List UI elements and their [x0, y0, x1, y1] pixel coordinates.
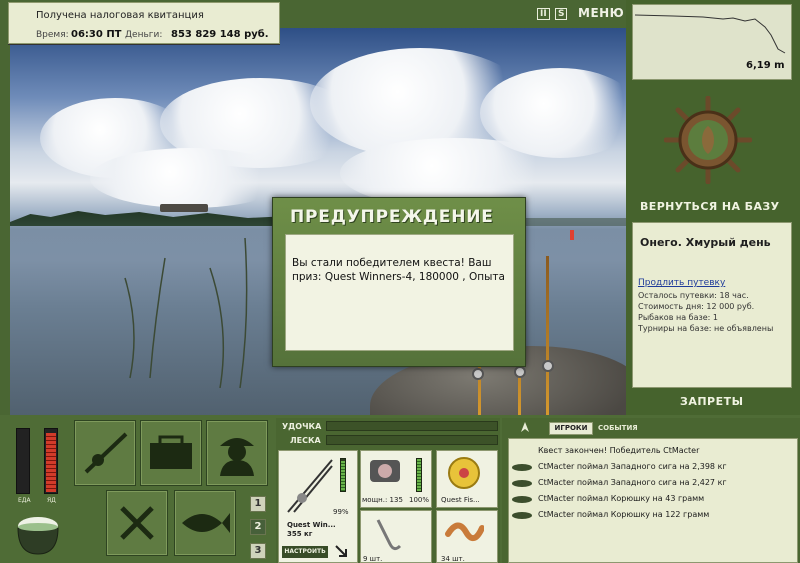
dialog-text: Вы стали победителем квеста! Ваш приз: Q… — [292, 257, 505, 283]
fish-slot[interactable] — [174, 490, 236, 556]
line-name: Quest Fis... — [441, 496, 480, 504]
game-window: Получена налоговая квитанция Время: 06:3… — [0, 0, 800, 563]
line-tension-bar — [326, 435, 498, 445]
info-line: Турниры на базе: не объявлены — [638, 324, 774, 333]
fish-icon — [512, 512, 532, 519]
setup-button[interactable]: НАСТРОИТЬ — [282, 546, 328, 558]
hook-icon — [376, 519, 402, 551]
line-spool-icon — [448, 457, 480, 489]
reeds — [124, 237, 248, 388]
reel-condition-bar — [416, 458, 422, 492]
info-line: Рыбаков на базе: 1 — [638, 313, 718, 322]
event-item: CtMacter поймал Западного сига на 2,398 … — [538, 462, 727, 471]
tab-events[interactable]: СОБЫТИЯ — [598, 424, 638, 432]
poison-label: ЯД — [47, 497, 56, 504]
food-meter — [16, 428, 30, 494]
reel-percent: 100% — [409, 496, 430, 504]
event-item: Квест закончен! Победитель CtMacter — [538, 446, 700, 455]
fisherman-slot[interactable] — [206, 420, 268, 486]
tackle-box-slot[interactable] — [140, 420, 202, 486]
slot-button-2[interactable]: 2 — [250, 519, 266, 535]
fish-icon — [182, 513, 230, 533]
rod-slot[interactable] — [74, 420, 136, 486]
event-item: CtMacter поймал Западного сига на 2,427 … — [538, 478, 727, 487]
fork-knife-icon — [120, 506, 154, 540]
fish-icon — [512, 496, 532, 503]
rod-icon — [287, 459, 333, 513]
fish-icon — [512, 480, 532, 487]
food-label: ЕДА — [18, 497, 31, 504]
arrow-down-right-icon[interactable] — [334, 544, 348, 558]
tab-players[interactable]: ИГРОКИ — [549, 422, 593, 435]
fisherman-icon — [220, 438, 254, 476]
dialog-body — [285, 234, 514, 351]
time-label: Время: — [36, 30, 69, 40]
menu-button[interactable]: МЕНЮ — [578, 6, 624, 20]
hooks-count: 9 шт. — [363, 555, 383, 563]
event-item: CtMacter поймал Корюшку на 122 грамм — [538, 510, 710, 519]
reel-power: мощн.: 135 — [362, 496, 403, 504]
rod-percent: 99% — [333, 508, 349, 516]
poison-meter — [44, 428, 58, 494]
food-slot[interactable] — [106, 490, 168, 556]
bait-count: 34 шт. — [441, 555, 465, 563]
ship-wheel-icon[interactable] — [664, 96, 752, 184]
event-item: CtMacter поймал Корюшку на 43 грамм — [538, 494, 705, 503]
time-value: 06:30 ПТ — [71, 29, 122, 40]
tackle-box-icon — [150, 435, 192, 469]
info-line: Стоимость дня: 12 000 руб. — [638, 302, 755, 311]
rod-name: Quest Win... — [287, 521, 336, 529]
bans-button[interactable]: ЗАПРЕТЫ — [680, 395, 744, 408]
rod-label: УДОЧКА — [282, 422, 322, 431]
poison-fill — [46, 433, 56, 492]
money-label: Деньги: — [125, 30, 163, 40]
fish-icon — [512, 464, 532, 471]
reel-icon — [370, 460, 400, 482]
worm-icon — [445, 522, 484, 541]
dialog-title: ПРЕДУПРЕЖДЕНИЕ — [290, 207, 494, 227]
rod-tension-bar — [326, 421, 498, 431]
location-title: Онего. Хмурый день — [640, 236, 771, 249]
sound-button[interactable]: S — [555, 8, 568, 20]
arrow-up-icon[interactable] — [520, 421, 530, 433]
fishing-rod-icon — [84, 432, 128, 474]
extend-permit-link[interactable]: Продлить путевку — [638, 278, 725, 288]
pause-button[interactable]: II — [537, 8, 550, 20]
slot-button-3[interactable]: 3 — [250, 543, 266, 559]
rod-condition-bar — [340, 458, 346, 492]
info-line: Осталось путевки: 18 час. — [638, 291, 749, 300]
rod-weight: 355 кг — [287, 530, 313, 538]
return-to-base-button[interactable]: ВЕРНУТЬСЯ НА БАЗУ — [640, 200, 779, 213]
depth-value: 6,19 m — [746, 60, 785, 71]
cauldron-icon[interactable] — [12, 506, 64, 558]
money-value: 853 829 148 руб. — [171, 29, 269, 40]
line-label: ЛЕСКА — [290, 436, 321, 445]
slot-button-1[interactable]: 1 — [250, 496, 266, 512]
notification-message: Получена налоговая квитанция — [36, 10, 204, 21]
